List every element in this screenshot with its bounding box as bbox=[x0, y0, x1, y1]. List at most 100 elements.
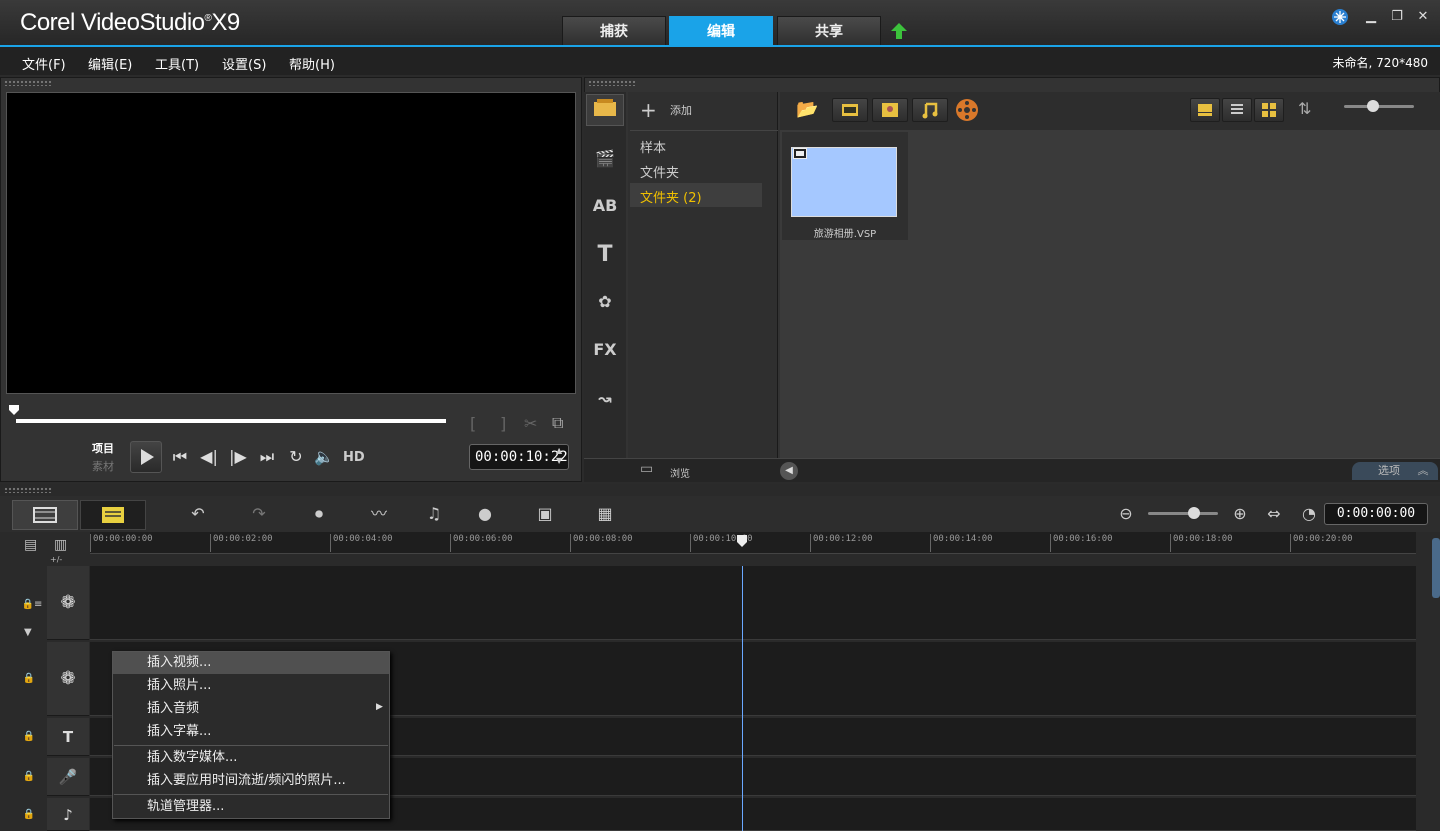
graphic-icon[interactable]: ✿ bbox=[590, 288, 620, 316]
menu-insert-video[interactable]: 插入视频... bbox=[113, 652, 389, 674]
auto-music-icon[interactable]: ♫ bbox=[420, 500, 448, 528]
player-timecode[interactable]: 00:00:10:22 bbox=[469, 444, 569, 470]
sort-icon[interactable]: ⇅ bbox=[1298, 99, 1311, 118]
upload-arrow-icon[interactable] bbox=[890, 22, 908, 40]
mode-clip[interactable]: 素材 bbox=[92, 458, 114, 474]
show-video-toggle[interactable] bbox=[832, 98, 868, 122]
lock-icon[interactable]: 🔒 bbox=[22, 771, 36, 785]
menu-insert-photo[interactable]: 插入照片... bbox=[113, 675, 389, 697]
mark-out-button[interactable]: ] bbox=[500, 414, 506, 433]
scrub-bar[interactable] bbox=[16, 419, 446, 423]
menu-insert-subtitle[interactable]: 插入字幕... bbox=[113, 721, 389, 743]
menu-settings[interactable]: 设置(S) bbox=[222, 54, 266, 73]
subtitle-editor-icon[interactable]: ▣ bbox=[531, 500, 559, 528]
scissors-icon[interactable]: ✂ bbox=[524, 414, 537, 433]
copy-window-icon[interactable]: ⧉ bbox=[552, 413, 563, 433]
timeline-zoom-slider[interactable] bbox=[1148, 512, 1218, 515]
home-icon[interactable]: ⏮ bbox=[170, 447, 190, 467]
timeline-timecode[interactable]: 0:00:00:00 bbox=[1324, 503, 1428, 525]
menu-help[interactable]: 帮助(H) bbox=[289, 54, 335, 73]
show-audio-toggle[interactable] bbox=[912, 98, 948, 122]
thumbnail-view-icon bbox=[1198, 104, 1212, 116]
menu-tools[interactable]: 工具(T) bbox=[155, 54, 199, 73]
timeline-view-button[interactable] bbox=[80, 500, 146, 530]
thumbnail-size-slider[interactable] bbox=[1344, 105, 1414, 108]
menu-insert-audio[interactable]: 插入音频 bbox=[113, 698, 389, 720]
undo-icon[interactable]: ↶ bbox=[184, 500, 212, 528]
tree-item-samples[interactable]: 样本 bbox=[640, 137, 666, 156]
sound-mixer-icon[interactable]: 〰 bbox=[365, 500, 393, 528]
menu-insert-timelapse-photo[interactable]: 插入要应用时间流逝/频闪的照片... bbox=[113, 770, 389, 792]
view-list-button[interactable] bbox=[1222, 98, 1252, 122]
zoom-knob[interactable] bbox=[1188, 507, 1200, 519]
lock-icon[interactable]: 🔒 bbox=[22, 673, 36, 687]
lock-all-icon[interactable]: 🔒≡ bbox=[20, 599, 44, 613]
browse-button[interactable]: 浏览 bbox=[670, 465, 690, 480]
play-button[interactable] bbox=[130, 441, 162, 473]
divider bbox=[630, 130, 778, 131]
volume-icon[interactable]: 🔈 bbox=[314, 447, 334, 467]
options-button[interactable]: 选项 ︽ bbox=[1352, 462, 1438, 480]
title-icon[interactable]: T bbox=[590, 241, 620, 269]
end-icon[interactable]: ⏭ bbox=[257, 447, 277, 467]
repeat-icon[interactable]: ↻ bbox=[286, 447, 306, 467]
restore-icon[interactable]: ❐ bbox=[1388, 8, 1406, 26]
add-icon[interactable]: + bbox=[640, 98, 657, 122]
tab-edit[interactable]: 编辑 bbox=[669, 16, 773, 46]
media-library-icon[interactable] bbox=[590, 96, 620, 124]
mode-project[interactable]: 项目 bbox=[92, 440, 114, 456]
expand-down-icon[interactable]: ▼ bbox=[24, 627, 32, 638]
reel-icon[interactable] bbox=[955, 98, 979, 122]
close-icon[interactable]: ✕ bbox=[1414, 8, 1432, 26]
panel-grip[interactable] bbox=[588, 80, 636, 86]
show-photo-toggle[interactable] bbox=[872, 98, 908, 122]
tab-share[interactable]: 共享 bbox=[777, 16, 881, 46]
lock-icon[interactable]: 🔒 bbox=[22, 809, 36, 823]
scrubber-handle[interactable] bbox=[8, 404, 20, 416]
track-toggle[interactable]: +/- bbox=[50, 555, 62, 564]
add-folder-button[interactable]: 添加 bbox=[670, 102, 692, 118]
snowflake-icon[interactable] bbox=[1331, 8, 1349, 26]
tree-item-folder-2[interactable]: 文件夹 (2) bbox=[640, 187, 702, 206]
instant-project-icon[interactable]: 🎬 bbox=[590, 145, 620, 173]
show-all-tracks-icon[interactable]: ▤ bbox=[24, 537, 37, 553]
path-icon[interactable]: ↝ bbox=[590, 385, 620, 413]
menu-edit[interactable]: 编辑(E) bbox=[88, 54, 132, 73]
redo-icon[interactable]: ↷ bbox=[245, 500, 273, 528]
submenu-arrow-icon: ▶ bbox=[376, 702, 383, 712]
storyboard-view-button[interactable] bbox=[12, 500, 78, 530]
zoom-out-icon[interactable]: ⊖ bbox=[1112, 500, 1140, 528]
panel-grip[interactable] bbox=[4, 80, 52, 86]
minimize-icon[interactable]: ▁ bbox=[1362, 8, 1380, 26]
view-thumbnail-button[interactable] bbox=[1190, 98, 1220, 122]
tab-capture[interactable]: 捕获 bbox=[562, 16, 666, 46]
filter-icon[interactable]: FX bbox=[590, 336, 620, 364]
timecode-spinner-icon[interactable]: ▲ ▼ bbox=[556, 446, 562, 466]
menu-insert-digital-media[interactable]: 插入数字媒体... bbox=[113, 747, 389, 769]
slider-knob[interactable] bbox=[1367, 100, 1379, 112]
next-frame-icon[interactable]: |▶ bbox=[228, 447, 248, 467]
mark-in-button[interactable]: [ bbox=[470, 414, 476, 433]
panel-grip[interactable] bbox=[4, 487, 52, 493]
motion-tracking-icon[interactable]: ● bbox=[471, 500, 499, 528]
folder-open-icon[interactable]: 📂 bbox=[796, 99, 818, 120]
playhead-marker-icon[interactable] bbox=[736, 534, 748, 548]
previous-frame-icon[interactable]: ◀| bbox=[199, 447, 219, 467]
scroll-left-icon[interactable]: ◀ bbox=[780, 462, 798, 480]
record-capture-icon[interactable]: ⏺ bbox=[305, 500, 333, 528]
fit-project-icon[interactable]: ⇔ bbox=[1260, 500, 1288, 528]
view-grid-button[interactable] bbox=[1254, 98, 1284, 122]
tree-item-folder[interactable]: 文件夹 bbox=[640, 162, 679, 181]
clock-icon[interactable]: ◔ bbox=[1295, 500, 1323, 528]
lock-icon[interactable]: 🔒 bbox=[22, 731, 36, 745]
menu-track-manager[interactable]: 轨道管理器... bbox=[113, 796, 389, 818]
transition-icon[interactable]: AB bbox=[590, 192, 620, 220]
menu-file[interactable]: 文件(F) bbox=[22, 54, 66, 73]
video-track[interactable] bbox=[90, 566, 1416, 640]
scrollbar-thumb[interactable] bbox=[1432, 538, 1440, 598]
multi-camera-icon[interactable]: ▦ bbox=[591, 500, 619, 528]
browse-icon[interactable]: ▭ bbox=[640, 461, 653, 477]
hd-button[interactable]: HD bbox=[343, 450, 365, 465]
track-manager-icon[interactable]: ▥ bbox=[54, 537, 67, 553]
zoom-in-icon[interactable]: ⊕ bbox=[1226, 500, 1254, 528]
